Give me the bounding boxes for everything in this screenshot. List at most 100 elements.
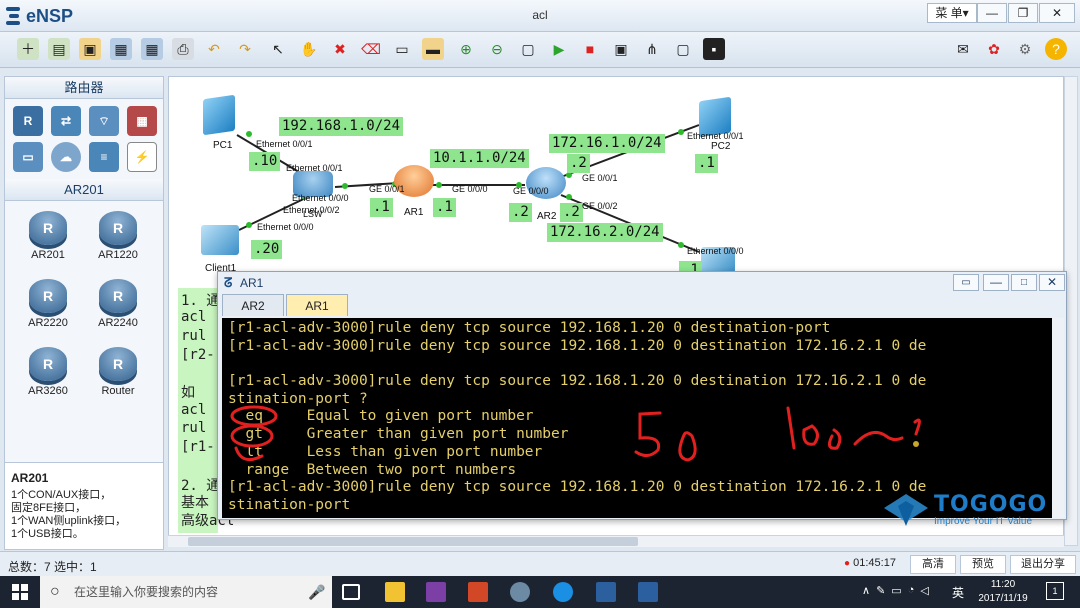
device-ar1220[interactable]: R AR1220 — [83, 207, 153, 273]
device-label: AR1220 — [98, 249, 138, 261]
client1-icon[interactable] — [201, 225, 239, 255]
togogo-logo-icon — [884, 494, 928, 526]
zoom-in-icon[interactable]: ⊕ — [455, 38, 477, 60]
tray-icon[interactable]: ∧ — [862, 584, 870, 597]
net-label-172-2: 172.16.2.0/24 — [547, 223, 663, 242]
windows-start-icon[interactable] — [12, 584, 28, 600]
iface-label: GE 0/0/1 — [369, 184, 405, 194]
terminal-tabs: AR2 AR1 — [222, 294, 350, 316]
delete-icon[interactable]: ✖ — [329, 38, 351, 60]
restore-button[interactable]: ❐ — [1008, 3, 1038, 23]
ar1-label: AR1 — [404, 207, 424, 218]
pan-hand-icon[interactable]: ✋ — [298, 38, 320, 60]
pc1-icon[interactable] — [203, 94, 235, 136]
host-label: .10 — [249, 152, 281, 171]
fit-icon[interactable]: ▢ — [517, 38, 539, 60]
delete-link-icon[interactable]: ⌫ — [360, 38, 382, 60]
host-label: .1 — [433, 198, 456, 217]
router-icon[interactable]: R — [13, 106, 43, 136]
preview-button[interactable]: 预览 — [960, 555, 1006, 574]
cli-icon[interactable]: ▪ — [703, 38, 725, 60]
topology-icon[interactable]: ⋔ — [641, 38, 663, 60]
network-icon[interactable]: ◔ — [908, 584, 915, 597]
link-icon[interactable]: ⚡ — [127, 142, 157, 172]
iface-label: Ethernet 0/0/0 — [687, 246, 744, 256]
redo-icon[interactable]: ↷ — [234, 38, 256, 60]
ensp-taskbar-icon-2[interactable] — [638, 582, 658, 602]
device-ar2220[interactable]: R AR2220 — [13, 275, 83, 341]
huawei-icon[interactable]: ✿ — [983, 38, 1005, 60]
device-ar2240[interactable]: R AR2240 — [83, 275, 153, 341]
stop-device-icon[interactable]: ■ — [579, 38, 601, 60]
pc-icon[interactable]: ▭ — [13, 142, 43, 172]
capture-icon[interactable]: ▣ — [610, 38, 632, 60]
terminal-title-bar[interactable]: ᘔ AR1 ▭ — □ ✕ — [218, 272, 1066, 294]
status-bar: 总数：7 选中：1 ● 01:45:17 高清 预览 退出分享 — [0, 551, 1080, 576]
device-router[interactable]: R Router — [83, 343, 153, 409]
device-ar201[interactable]: R AR201 — [13, 207, 83, 273]
pc2-label: PC2 — [711, 141, 731, 152]
cloud-icon[interactable]: ☁ — [51, 142, 81, 172]
help-icon[interactable]: ? — [1045, 38, 1067, 60]
restore-icon[interactable]: ▭ — [953, 274, 979, 291]
minimize-button[interactable]: — — [977, 3, 1007, 23]
save-icon[interactable]: ▦ — [110, 38, 132, 60]
menu-button[interactable]: 菜 单▾ — [927, 3, 977, 23]
save-as-icon[interactable]: ▦ — [141, 38, 163, 60]
new-sample-icon[interactable]: ▤ — [48, 38, 70, 60]
tab-ar1[interactable]: AR1 — [286, 294, 348, 316]
canvas-horizontal-scrollbar[interactable] — [168, 535, 1064, 547]
minimize-icon[interactable]: — — [983, 274, 1009, 291]
close-button[interactable]: ✕ — [1039, 3, 1075, 23]
firewall-icon[interactable]: ▦ — [127, 106, 157, 136]
palette-icon[interactable]: ▬ — [422, 38, 444, 60]
select-icon[interactable]: ↖ — [267, 38, 289, 60]
terminal-window[interactable]: ᘔ AR1 ▭ — □ ✕ AR2 AR1 [r1-acl-adv-3000]r… — [217, 271, 1067, 520]
file-explorer-icon[interactable] — [385, 582, 405, 602]
net-label-172-1: 172.16.1.0/24 — [549, 134, 665, 153]
microphone-icon[interactable]: 🎤 — [308, 576, 325, 608]
battery-icon[interactable]: ▭ — [891, 584, 901, 597]
ensp-logo-icon: ᘔ — [224, 275, 233, 290]
taskbar-search[interactable]: ○ 在这里输入你要搜索的内容 🎤 — [40, 576, 332, 608]
onenote-icon[interactable] — [426, 582, 446, 602]
task-view-icon[interactable] — [342, 584, 360, 600]
teamviewer-icon[interactable] — [553, 582, 573, 602]
iface-label: Ethernet 0/0/1 — [256, 139, 313, 149]
clock-date: 2017/11/19 — [978, 593, 1028, 604]
notification-icon[interactable]: 1 — [1046, 582, 1064, 600]
maximize-icon[interactable]: □ — [1011, 274, 1037, 291]
new-topology-icon[interactable]: ＋ — [17, 38, 39, 60]
text-note-icon[interactable]: ▭ — [391, 38, 413, 60]
wireless-icon[interactable]: ⌔ — [89, 106, 119, 136]
ensp-taskbar-icon[interactable] — [596, 582, 616, 602]
print-icon[interactable]: ⎙ — [172, 38, 194, 60]
open-icon[interactable]: ▣ — [79, 38, 101, 60]
iface-label: Ethernet 0/0/1 — [687, 131, 744, 141]
scroll-thumb[interactable] — [188, 537, 638, 546]
terminal-line: range Between two port numbers — [228, 461, 517, 478]
app-icon[interactable] — [510, 582, 530, 602]
settings-icon[interactable]: ⚙ — [1014, 38, 1036, 60]
tray-icon[interactable]: ✎ — [876, 584, 885, 597]
zoom-out-icon[interactable]: ⊖ — [486, 38, 508, 60]
exit-share-button[interactable]: 退出分享 — [1010, 555, 1076, 574]
category-title: 路由器 — [5, 77, 163, 99]
taskbar-clock[interactable]: 11:20 2017/11/19 — [970, 578, 1036, 606]
iface-label: GE 0/0/1 — [582, 173, 618, 183]
start-device-icon[interactable]: ▶ — [548, 38, 570, 60]
hd-button[interactable]: 高清 — [910, 555, 956, 574]
ime-indicator[interactable]: 英 — [952, 584, 964, 601]
switch-icon[interactable]: ⇄ — [51, 106, 81, 136]
chat-icon[interactable]: ✉ — [952, 38, 974, 60]
tab-ar2[interactable]: AR2 — [222, 294, 284, 316]
grid-icon[interactable]: ▢ — [672, 38, 694, 60]
iface-label: GE 0/0/2 — [582, 201, 618, 211]
close-icon[interactable]: ✕ — [1039, 274, 1065, 291]
status-counts: 总数：7 选中：1 — [8, 560, 97, 574]
device-ar3260[interactable]: R AR3260 — [13, 343, 83, 409]
volume-icon[interactable]: ◁ — [920, 584, 928, 597]
undo-icon[interactable]: ↶ — [203, 38, 225, 60]
other-device-icon[interactable]: ≡ — [89, 142, 119, 172]
powerpoint-icon[interactable] — [468, 582, 488, 602]
